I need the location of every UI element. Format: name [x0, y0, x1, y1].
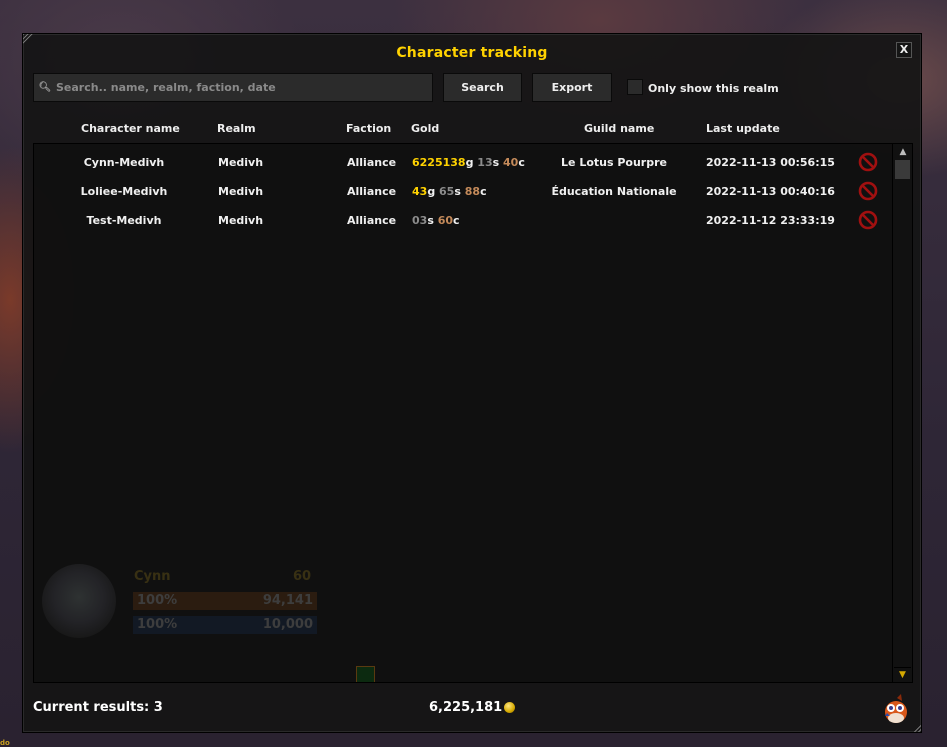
- gold-amount: 43g 65s 88c: [412, 185, 487, 198]
- table-row[interactable]: Loliee-Medivh Medivh Alliance 43g 65s 88…: [34, 176, 890, 205]
- last-update: 2022-11-13 00:56:15: [706, 156, 835, 169]
- total-gold-value: 6,225,181: [429, 700, 503, 715]
- magnifier-icon: 🔍︎: [38, 82, 52, 93]
- faction: Alliance: [347, 156, 397, 169]
- background-action-slot: [356, 666, 375, 682]
- silver-unit: s: [492, 156, 500, 169]
- silver-value: 65: [439, 185, 455, 198]
- silver-value: 03: [412, 214, 428, 227]
- copper-unit: c: [518, 156, 525, 169]
- close-button[interactable]: X: [896, 42, 912, 58]
- column-header-guild-name[interactable]: Guild name: [584, 122, 654, 135]
- delete-prohibited-icon[interactable]: [858, 152, 878, 172]
- column-header-last-update[interactable]: Last update: [706, 122, 780, 135]
- table-row[interactable]: Test-Medivh Medivh Alliance 03s 60c 2022…: [34, 205, 890, 234]
- copper-unit: c: [480, 185, 487, 198]
- background-health-pct: 100%: [137, 593, 178, 608]
- realm: Medivh: [218, 214, 264, 227]
- owl-pet-icon[interactable]: [881, 692, 909, 724]
- background-text: do: [0, 739, 10, 747]
- gold-value: 43: [412, 185, 428, 198]
- gold-coin-icon: [504, 702, 516, 713]
- guild-name: Le Lotus Pourpre: [561, 156, 667, 169]
- gold-value: 6225138: [412, 156, 466, 169]
- character-tracking-window: Character tracking X 🔍︎ Search Export On…: [22, 33, 922, 733]
- gold-amount: 03s 60c: [412, 214, 460, 227]
- silver-value: 13: [477, 156, 493, 169]
- search-field[interactable]: 🔍︎: [33, 73, 433, 102]
- search-button[interactable]: Search: [443, 73, 522, 102]
- resize-handle[interactable]: [911, 722, 921, 732]
- realm: Medivh: [218, 185, 264, 198]
- background-unit-name: Cynn: [134, 569, 171, 584]
- background-mana-bar: 100% 10,000: [133, 616, 317, 634]
- column-header-gold[interactable]: Gold: [411, 122, 439, 135]
- table-row[interactable]: Cynn-Medivh Medivh Alliance 6225138g 13s…: [34, 147, 890, 176]
- list-scrollbar[interactable]: ▲ ▼: [892, 144, 912, 682]
- background-unit-level: 60: [293, 569, 312, 584]
- character-list: Cynn 60 100% 94,141 100% 10,000 Cynn-Med…: [33, 143, 913, 683]
- scroll-down-arrow-icon[interactable]: ▼: [894, 667, 911, 681]
- copper-unit: c: [453, 214, 460, 227]
- copper-value: 40: [503, 156, 519, 169]
- last-update: 2022-11-13 00:40:16: [706, 185, 835, 198]
- copper-value: 88: [464, 185, 481, 198]
- last-update: 2022-11-12 23:33:19: [706, 214, 835, 227]
- scroll-up-arrow-icon[interactable]: ▲: [895, 146, 911, 158]
- total-gold: 6,225,181: [429, 700, 516, 715]
- column-header-character-name[interactable]: Character name: [81, 122, 180, 135]
- faction: Alliance: [347, 185, 397, 198]
- background-mana-pct: 100%: [137, 617, 178, 632]
- drag-handle-top-left[interactable]: [23, 34, 33, 44]
- window-title: Character tracking: [396, 45, 548, 61]
- gold-amount: 6225138g 13s 40c: [412, 156, 525, 169]
- silver-unit: s: [454, 185, 461, 198]
- faction: Alliance: [347, 214, 397, 227]
- background-mana-value: 10,000: [262, 617, 313, 632]
- results-count: Current results: 3: [33, 700, 163, 715]
- only-this-realm-checkbox[interactable]: [627, 79, 643, 95]
- export-button[interactable]: Export: [532, 73, 612, 102]
- background-unit-frame: Cynn 60 100% 94,141 100% 10,000: [38, 559, 318, 639]
- column-header-realm[interactable]: Realm: [217, 122, 256, 135]
- realm: Medivh: [218, 156, 264, 169]
- copper-value: 60: [437, 214, 454, 227]
- character-name: Loliee-Medivh: [80, 185, 168, 198]
- background-health-bar: 100% 94,141: [133, 592, 317, 610]
- gold-unit: g: [465, 156, 474, 169]
- scroll-thumb[interactable]: [895, 160, 910, 179]
- guild-name: Éducation Nationale: [551, 185, 677, 198]
- only-this-realm-label[interactable]: Only show this realm: [648, 82, 779, 95]
- silver-unit: s: [427, 214, 434, 227]
- background-portrait: [42, 564, 116, 638]
- search-input[interactable]: [56, 74, 432, 101]
- character-name: Test-Medivh: [86, 214, 162, 227]
- character-name: Cynn-Medivh: [83, 156, 165, 169]
- gold-unit: g: [427, 185, 436, 198]
- delete-prohibited-icon[interactable]: [858, 210, 878, 230]
- background-health-value: 94,141: [262, 593, 313, 608]
- delete-prohibited-icon[interactable]: [858, 181, 878, 201]
- column-header-faction[interactable]: Faction: [346, 122, 391, 135]
